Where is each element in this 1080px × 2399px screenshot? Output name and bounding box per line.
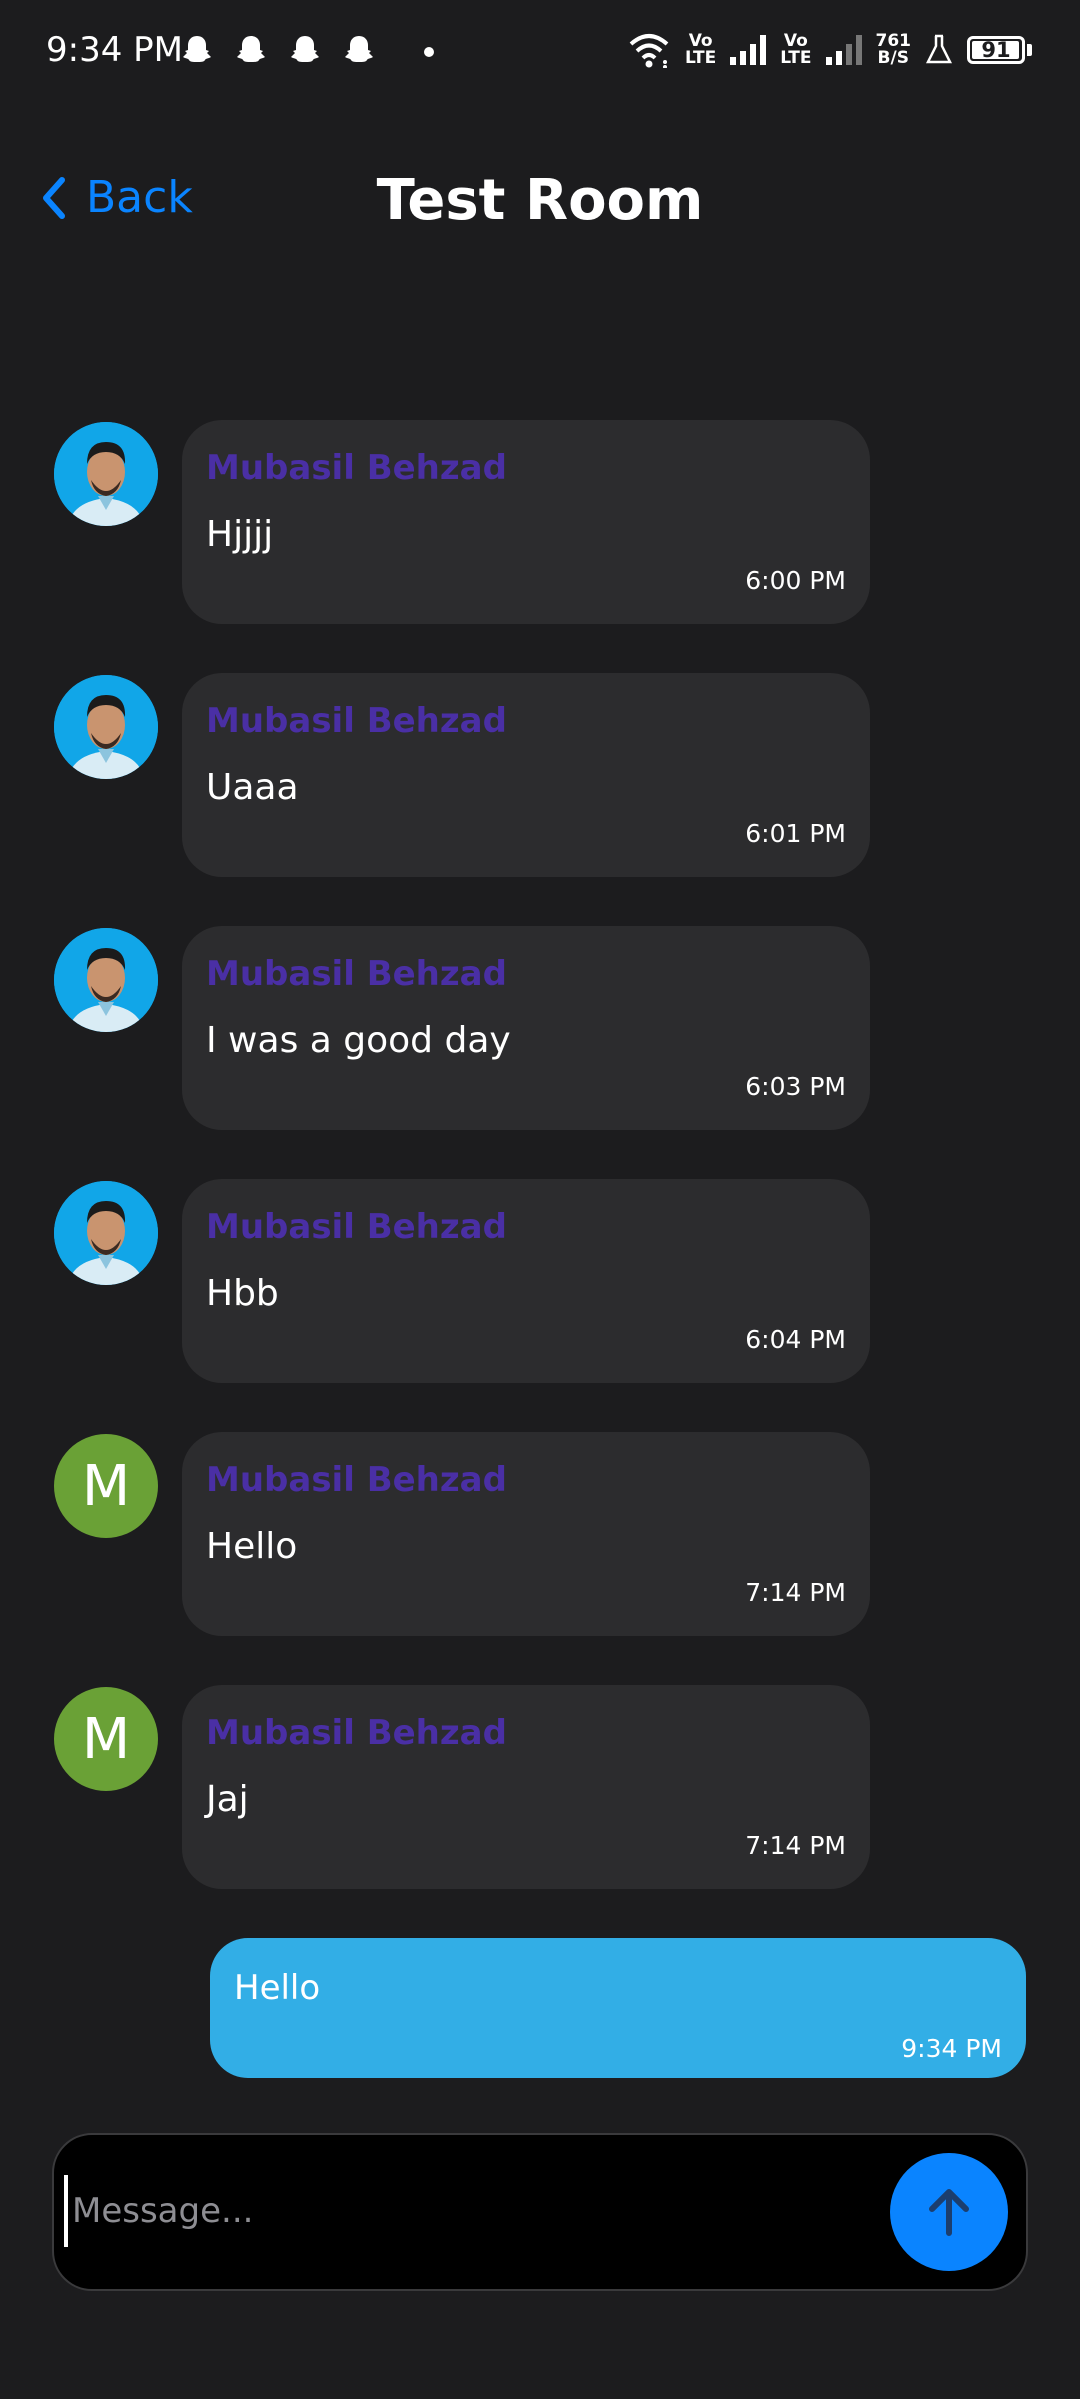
message-bubble[interactable]: Mubasil Behzad Jaj 7:14 PM [182,1685,870,1889]
arrow-up-icon [929,2189,969,2236]
message-input[interactable] [64,2175,874,2247]
sender-name: Mubasil Behzad [206,1713,507,1753]
page-title: Test Room [376,168,704,233]
profile-photo-icon [54,422,158,526]
status-time: 9:34 PM [46,30,183,70]
message-text: Hello [206,1526,298,1567]
flask-icon [925,34,953,64]
volte-indicator: Vo LTE [685,33,716,67]
message-bubble[interactable]: Mubasil Behzad I was a good day 6:03 PM [182,926,870,1130]
sender-name: Mubasil Behzad [206,448,507,488]
snapchat-ghost-icon [291,36,319,62]
avatar[interactable]: M [54,1687,158,1791]
message-bubble[interactable]: Mubasil Behzad Uaaa 6:01 PM [182,673,870,877]
avatar[interactable] [54,928,158,1032]
room-header: Back Test Room [0,150,1080,260]
sender-name: Mubasil Behzad [206,1207,507,1247]
sender-name: Mubasil Behzad [206,1460,507,1500]
message-bubble[interactable]: Mubasil Behzad Hjjjj 6:00 PM [182,420,870,624]
wifi-icon [629,34,669,68]
send-button[interactable] [890,2153,1008,2271]
network-speed: 761 B/S [876,33,912,67]
message-text: Jaj [206,1779,249,1820]
sender-name: Mubasil Behzad [206,701,507,741]
message-text: I was a good day [206,1020,511,1061]
profile-photo-icon [54,928,158,1032]
battery-level: 91 [981,38,1011,62]
avatar[interactable] [54,675,158,779]
volte-label-bottom: LTE [780,48,812,68]
message-text: Hjjjj [206,514,274,555]
snapchat-ghost-icon [183,36,211,62]
network-speed-unit: B/S [877,48,909,68]
profile-photo-icon [54,675,158,779]
message-time: 6:04 PM [745,1325,846,1354]
message-time: 6:00 PM [745,566,846,595]
message-text: Uaaa [206,767,299,808]
message-composer [52,2133,1028,2291]
message-time: 6:01 PM [745,819,846,848]
own-message-bubble[interactable]: Hello 9:34 PM [210,1938,1026,2078]
message-text: Hbb [206,1273,279,1314]
more-notifications-dot-icon [424,47,434,57]
avatar[interactable] [54,1181,158,1285]
notification-icons [180,34,434,70]
message-bubble[interactable]: Mubasil Behzad Hbb 6:04 PM [182,1179,870,1383]
battery-icon: 91 [967,36,1025,64]
message-bubble[interactable]: Mubasil Behzad Hello 7:14 PM [182,1432,870,1636]
sender-name: Mubasil Behzad [206,954,507,994]
message-text: Hello [234,1968,321,2008]
battery-nub [1027,44,1032,56]
signal-strength-icon [730,35,767,65]
status-indicators: Vo LTE Vo LTE 761 B/S 91 [627,32,1032,68]
status-bar: 9:34 PM Vo LTE Vo LTE 761 B/S 91 [0,0,1080,105]
snapchat-ghost-icon [237,36,265,62]
avatar[interactable]: M [54,1434,158,1538]
volte-label-bottom: LTE [685,48,717,68]
message-time: 7:14 PM [745,1578,846,1607]
avatar[interactable] [54,422,158,526]
message-time: 9:34 PM [901,2034,1002,2063]
message-time: 6:03 PM [745,1072,846,1101]
signal-strength-icon [825,35,862,65]
profile-photo-icon [54,1181,158,1285]
snapchat-ghost-icon [345,36,373,62]
message-time: 7:14 PM [745,1831,846,1860]
volte-indicator: Vo LTE [780,33,811,67]
